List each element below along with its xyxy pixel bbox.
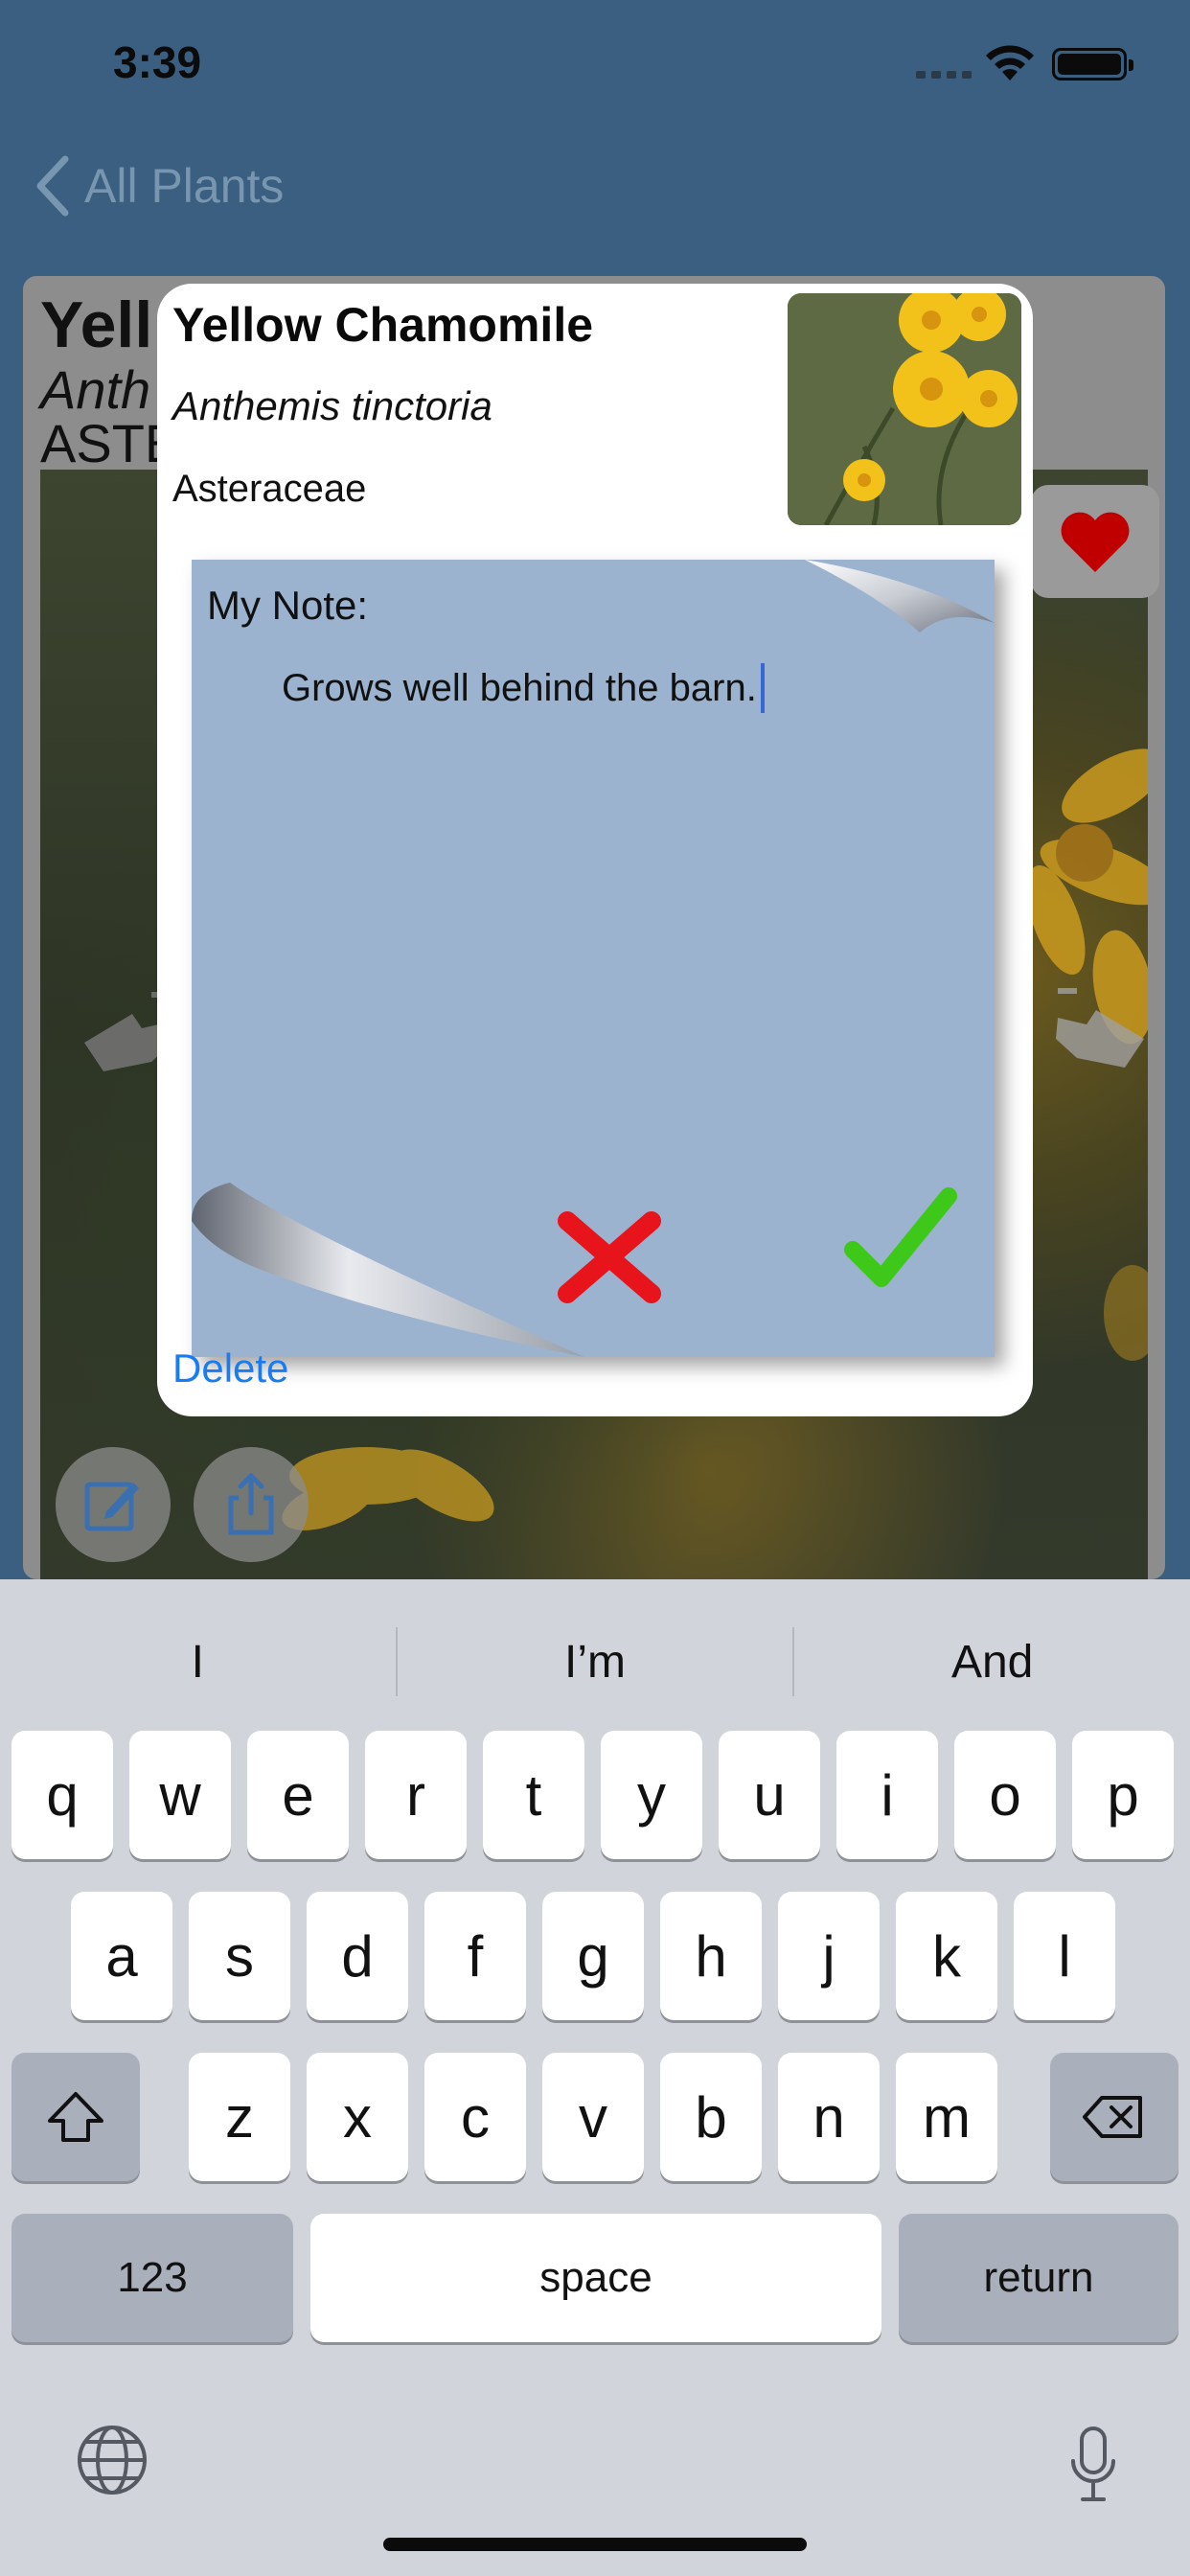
- key-o[interactable]: o: [954, 1731, 1056, 1859]
- key-t[interactable]: t: [483, 1731, 584, 1859]
- suggestion-2[interactable]: I’m: [398, 1608, 793, 1715]
- delete-button[interactable]: Delete: [172, 1346, 288, 1392]
- wifi-icon: [986, 45, 1034, 80]
- pencil-square-icon: [84, 1482, 139, 1531]
- battery-icon: [1052, 48, 1133, 80]
- return-key[interactable]: return: [899, 2214, 1179, 2342]
- suggestion-3[interactable]: And: [794, 1608, 1190, 1715]
- key-e[interactable]: e: [247, 1731, 349, 1859]
- key-g[interactable]: g: [542, 1892, 644, 2020]
- home-indicator[interactable]: [383, 2538, 807, 2551]
- text-cursor: [760, 663, 765, 713]
- status-time: 3:39: [113, 37, 202, 87]
- note-text-value: Grows well behind the barn.: [282, 666, 757, 709]
- key-p[interactable]: p: [1072, 1731, 1174, 1859]
- swipe-right-hand-icon: [1056, 988, 1144, 1068]
- numbers-key[interactable]: 123: [11, 2214, 293, 2342]
- plant-common-name: Yellow Chamomile: [172, 298, 594, 352]
- note-label: My Note:: [207, 583, 369, 628]
- key-v[interactable]: v: [542, 2053, 644, 2181]
- heart-icon: [1061, 512, 1130, 572]
- microphone-icon[interactable]: [1069, 2426, 1117, 2503]
- plant-thumbnail: [788, 293, 1021, 525]
- favorite-button[interactable]: [1031, 485, 1159, 598]
- key-z[interactable]: z: [189, 2053, 290, 2181]
- key-x[interactable]: x: [307, 2053, 408, 2181]
- suggestion-1[interactable]: I: [0, 1608, 396, 1715]
- key-m[interactable]: m: [896, 2053, 997, 2181]
- note-dialog: Yellow Chamomile Anthemis tinctoria Aste…: [157, 284, 1033, 1416]
- key-w[interactable]: w: [129, 1731, 231, 1859]
- chevron-left-icon: [36, 155, 69, 217]
- delete-backward-icon: [1083, 2096, 1142, 2138]
- suggestion-bar: I I’m And: [0, 1608, 1190, 1715]
- key-u[interactable]: u: [719, 1731, 820, 1859]
- space-key[interactable]: space: [310, 2214, 881, 2342]
- key-f[interactable]: f: [424, 1892, 526, 2020]
- back-button-label: All Plants: [84, 159, 285, 213]
- key-b[interactable]: b: [660, 2053, 762, 2181]
- key-a[interactable]: a: [71, 1892, 172, 2020]
- shift-key[interactable]: [11, 2053, 140, 2181]
- key-h[interactable]: h: [660, 1892, 762, 2020]
- key-i[interactable]: i: [836, 1731, 938, 1859]
- key-r[interactable]: r: [365, 1731, 467, 1859]
- confirm-check-icon[interactable]: [843, 1183, 958, 1298]
- plant-scientific-name: Anthemis tinctoria: [172, 383, 492, 428]
- note-paper: My Note: Grows well behind the barn.: [192, 560, 995, 1357]
- backspace-key[interactable]: [1050, 2053, 1179, 2181]
- card-title: Yell: [40, 288, 153, 361]
- cancel-x-icon[interactable]: [556, 1211, 663, 1303]
- key-q[interactable]: q: [11, 1731, 113, 1859]
- share-button[interactable]: [194, 1447, 309, 1562]
- key-l[interactable]: l: [1014, 1892, 1115, 2020]
- keyboard: I I’m And q w e r t y u i o p a s d f g …: [0, 1579, 1190, 2576]
- note-text-input[interactable]: Grows well behind the barn.: [282, 663, 765, 713]
- back-button[interactable]: All Plants: [34, 155, 284, 217]
- edit-note-button[interactable]: [56, 1447, 171, 1562]
- cellular-signal-icon: [916, 71, 972, 79]
- key-d[interactable]: d: [307, 1892, 408, 2020]
- globe-icon[interactable]: [75, 2423, 149, 2497]
- key-j[interactable]: j: [778, 1892, 880, 2020]
- key-c[interactable]: c: [424, 2053, 526, 2181]
- yellow-flower-image: [788, 293, 1021, 525]
- key-k[interactable]: k: [896, 1892, 997, 2020]
- share-icon: [228, 1472, 274, 1535]
- shift-arrow-icon: [48, 2092, 103, 2142]
- plant-family: Asteraceae: [172, 468, 367, 510]
- key-y[interactable]: y: [601, 1731, 702, 1859]
- key-s[interactable]: s: [189, 1892, 290, 2020]
- status-bar: 3:39: [0, 0, 1190, 134]
- key-n[interactable]: n: [778, 2053, 880, 2181]
